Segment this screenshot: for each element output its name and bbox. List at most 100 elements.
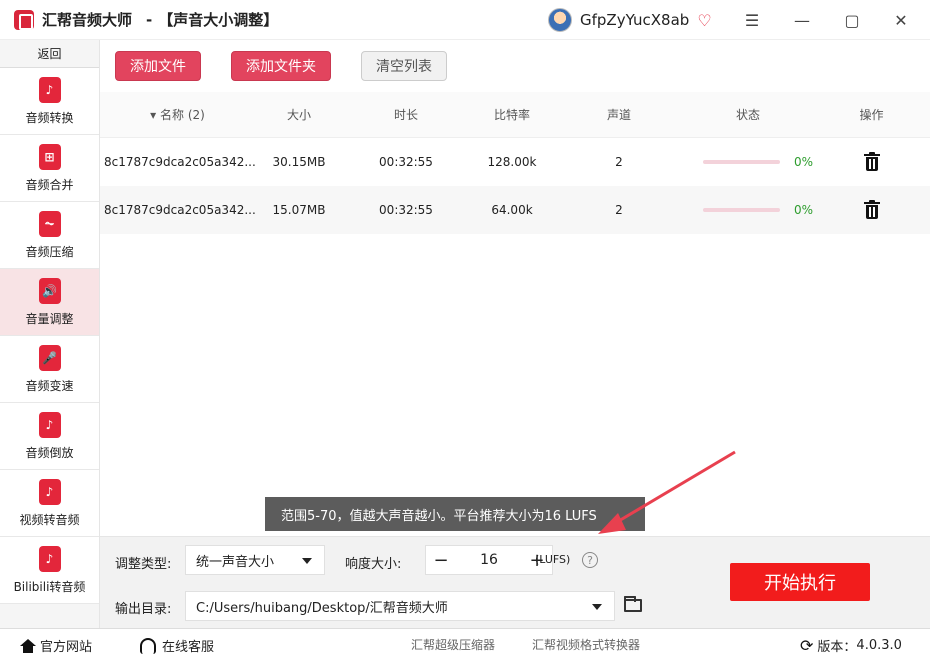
title-separator: - (146, 10, 153, 29)
username[interactable]: GfpZyYucX8ab (580, 11, 689, 29)
output-dir-label: 输出目录: (115, 602, 172, 617)
file-table: ▾ 名称 (2) 大小 时长 比特率 声道 状态 操作 8c1787c9dca2… (100, 92, 930, 234)
folder-open-icon[interactable] (624, 596, 642, 612)
add-file-button[interactable]: 添加文件 (115, 51, 201, 81)
file-channels: 2 (615, 203, 623, 217)
progress-percent: 0% (793, 155, 813, 169)
output-path: C:/Users/huibang/Desktop/汇帮音频大师 (196, 600, 448, 616)
audio-compress-icon: ⏦ (38, 210, 61, 237)
file-bitrate: 64.00k (491, 203, 533, 217)
header-size: 大小 (286, 108, 311, 122)
support-label: 在线客服 (162, 640, 215, 655)
file-action (813, 200, 930, 219)
sidebar-item-audio-convert[interactable]: ♪ 音频转换 (0, 68, 99, 135)
chevron-down-icon (302, 558, 312, 564)
audio-convert-icon: ♪ (38, 76, 61, 103)
trash-icon[interactable] (863, 152, 880, 171)
website-label: 官方网站 (40, 640, 93, 655)
microphone-icon: 🎤 (38, 344, 61, 371)
sidebar-item-audio-compress[interactable]: ⏦ 音频压缩 (0, 202, 99, 269)
file-bitrate: 128.00k (487, 155, 537, 169)
loudness-stepper[interactable]: − 16 + (425, 545, 553, 575)
header-bitrate: 比特率 (493, 108, 530, 122)
output-dir-select[interactable]: C:/Users/huibang/Desktop/汇帮音频大师 (185, 591, 615, 621)
sidebar-item-label: 音量调整 (25, 311, 74, 326)
start-button[interactable]: 开始执行 (730, 563, 870, 601)
file-status: 0% (683, 155, 813, 169)
sidebar-item-audio-merge[interactable]: ⊞ 音频合并 (0, 135, 99, 202)
file-name: 8c1787c9dca2c05a342... (104, 155, 256, 169)
version-info[interactable]: ⟳ 版本： 4.0.3.0 (800, 636, 902, 655)
sidebar-item-label: 视频转音频 (19, 512, 80, 527)
sidebar-item-volume-adjust[interactable]: 🔊 音量调整 (0, 269, 99, 336)
file-status: 0% (683, 203, 813, 217)
progress-bar (703, 160, 780, 164)
menu-button[interactable]: ☰ (740, 8, 764, 32)
progress-bar (703, 208, 780, 212)
file-duration: 00:32:55 (379, 203, 433, 217)
sidebar-item-audio-reverse[interactable]: ♪ 音频倒放 (0, 403, 99, 470)
close-button[interactable]: ✕ (889, 8, 913, 32)
table-row[interactable]: 8c1787c9dca2c05a342... 30.15MB 00:32:55 … (100, 138, 930, 186)
version-label: 版本： (817, 640, 857, 655)
sidebar-item-label: 音频合并 (25, 177, 74, 192)
decrease-button[interactable]: − (426, 545, 456, 575)
header-action: 操作 (859, 108, 884, 122)
chevron-down-icon (592, 604, 602, 610)
refresh-icon: ⟳ (800, 636, 814, 655)
sidebar-item-label: 音频转换 (25, 110, 74, 125)
support-link[interactable]: 在线客服 (140, 636, 214, 655)
header-name[interactable]: ▾ 名称 (2) (100, 106, 255, 123)
file-size: 15.07MB (272, 203, 326, 217)
table-row[interactable]: 8c1787c9dca2c05a342... 15.07MB 00:32:55 … (100, 186, 930, 234)
sidebar-item-bilibili-to-audio[interactable]: ♪ Bilibili转音频 (0, 537, 99, 604)
compressor-link[interactable]: 汇帮超级压缩器 (411, 636, 495, 653)
trash-icon[interactable] (863, 200, 880, 219)
status-bar: 官方网站 在线客服 汇帮超级压缩器 汇帮视频格式转换器 ⟳ 版本： 4.0.3.… (0, 628, 930, 660)
sidebar-item-label: 音频压缩 (25, 244, 74, 259)
file-channels: 2 (615, 155, 623, 169)
header-duration: 时长 (393, 108, 418, 122)
file-duration: 00:32:55 (379, 155, 433, 169)
sidebar: 返回 ♪ 音频转换 ⊞ 音频合并 ⏦ 音频压缩 🔊 音量调整 🎤 音频变速 ♪ … (0, 40, 100, 628)
video-converter-link[interactable]: 汇帮视频格式转换器 (532, 636, 640, 653)
progress-percent: 0% (793, 203, 813, 217)
website-link[interactable]: 官方网站 (20, 636, 92, 655)
back-button[interactable]: 返回 (0, 40, 99, 68)
app-title: 汇帮音频大师 (42, 11, 133, 29)
music-note-icon: ♪ (38, 411, 61, 438)
audio-merge-icon: ⊞ (38, 143, 61, 170)
home-icon (20, 638, 36, 653)
music-note-icon: ♪ (38, 478, 61, 505)
loudness-tooltip: 范围5-70，值越大声音越小。平台推荐大小为16 LUFS (265, 497, 645, 531)
sidebar-item-video-to-audio[interactable]: ♪ 视频转音频 (0, 470, 99, 537)
header-channels: 声道 (606, 108, 631, 122)
minimize-button[interactable]: — (790, 8, 814, 32)
loudness-label: 响度大小: (345, 557, 402, 572)
toolbar: 添加文件 添加文件夹 清空列表 (100, 40, 930, 92)
page-title: 【声音大小调整】 (158, 11, 279, 29)
clear-list-button[interactable]: 清空列表 (361, 51, 447, 81)
sidebar-item-label: 音频倒放 (25, 445, 74, 460)
volume-icon: 🔊 (38, 277, 61, 304)
maximize-button[interactable]: ▢ (840, 8, 864, 32)
headset-icon (140, 637, 156, 654)
settings-panel: 调整类型: 统一声音大小 响度大小: − 16 + (LUFS) ? 输出目录:… (100, 536, 930, 628)
sidebar-item-audio-speed[interactable]: 🎤 音频变速 (0, 336, 99, 403)
loudness-unit: (LUFS) (535, 553, 571, 566)
adjust-type-select[interactable]: 统一声音大小 (185, 545, 325, 575)
title-bar: 汇帮音频大师 - 【声音大小调整】 GfpZyYucX8ab ♡ ☰ — ▢ ✕ (0, 0, 930, 40)
avatar[interactable] (548, 8, 572, 32)
help-icon[interactable]: ? (582, 552, 598, 568)
user-area[interactable]: GfpZyYucX8ab ♡ (548, 8, 712, 32)
add-folder-button[interactable]: 添加文件夹 (231, 51, 331, 81)
sidebar-item-label: Bilibili转音频 (13, 579, 86, 594)
loudness-value[interactable]: 16 (456, 552, 522, 568)
adjust-type-label: 调整类型: (115, 557, 172, 572)
version-number: 4.0.3.0 (856, 638, 902, 653)
app-logo-icon (14, 9, 34, 30)
vip-diamond-icon[interactable]: ♡ (697, 11, 711, 30)
file-name: 8c1787c9dca2c05a342... (104, 203, 256, 217)
sidebar-item-label: 音频变速 (25, 378, 74, 393)
adjust-type-value: 统一声音大小 (196, 554, 275, 570)
